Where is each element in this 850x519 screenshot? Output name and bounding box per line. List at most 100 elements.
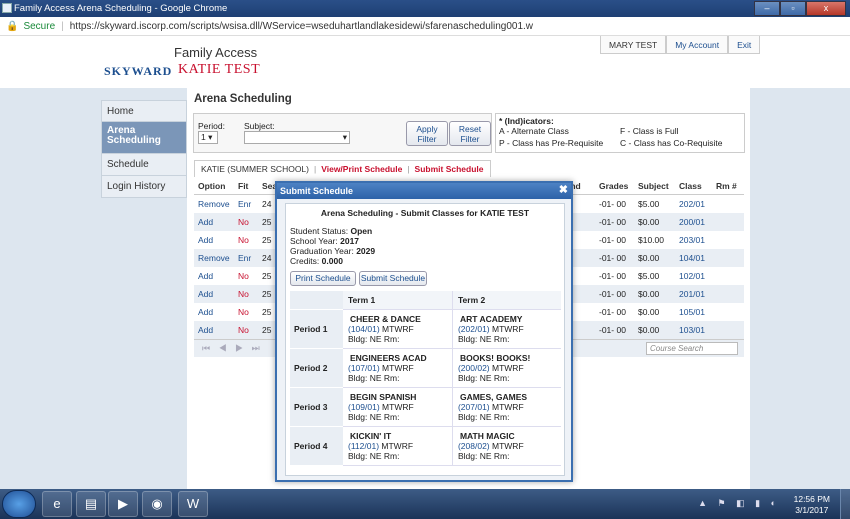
period-select[interactable]: 1 ▾ — [198, 131, 218, 144]
reset-filter-button[interactable]: Reset Filter — [449, 121, 491, 146]
option-link[interactable]: Remove — [198, 253, 230, 263]
sidebar-item-schedule[interactable]: Schedule — [101, 154, 187, 176]
course-code-link[interactable]: (202/01) — [458, 324, 490, 334]
col-rm[interactable]: Rm # — [716, 181, 737, 191]
option-link[interactable]: Add — [198, 271, 213, 281]
clock-time: 12:56 PM — [793, 494, 830, 504]
option-link[interactable]: Add — [198, 289, 213, 299]
sidebar-item-arena-scheduling[interactable]: Arena Scheduling — [101, 122, 187, 154]
schedule-period-row: Period 2 ENGINEERS ACAD (107/01) MTWRF Bldg… — [290, 349, 561, 388]
address-bar[interactable]: 🔒 Secure | https://skyward.iscorp.com/sc… — [0, 17, 850, 36]
my-account-link[interactable]: My Account — [666, 36, 729, 54]
option-link[interactable]: Add — [198, 235, 213, 245]
schedule-corner — [290, 291, 343, 310]
chrome-icon[interactable]: ◉ — [142, 491, 172, 517]
sidebar-item-home[interactable]: Home — [101, 100, 187, 122]
class-link[interactable]: 105/01 — [679, 307, 705, 317]
subject-fee: $0.00 — [638, 253, 660, 263]
class-link[interactable]: 104/01 — [679, 253, 705, 263]
option-link[interactable]: Add — [198, 325, 213, 335]
url-text[interactable]: https://skyward.iscorp.com/scripts/wsisa… — [70, 21, 533, 32]
col-subject[interactable]: Subject — [638, 181, 669, 191]
schedule-cell: ART ACADEMY (202/01) MTWRF Bldg: NE Rm: — [451, 310, 561, 349]
tab-submit[interactable]: Submit Schedule — [415, 164, 484, 174]
indicator-prereq: P - Class has Pre-Requisite — [499, 138, 604, 148]
schedule-tabs: KATIE (SUMMER SCHOOL) | View/Print Sched… — [194, 160, 491, 177]
course-building: Bldg: NE Rm: — [348, 412, 400, 422]
file-explorer-icon[interactable]: ▤ — [76, 491, 106, 517]
show-desktop-button[interactable] — [840, 489, 850, 519]
system-tray-icons[interactable]: ▲ ⚑ ◧ ▮ ◐ — [698, 498, 780, 509]
maximize-button[interactable]: ▫ — [780, 1, 806, 16]
class-link[interactable]: 200/01 — [679, 217, 705, 227]
course-code-link[interactable]: (107/01) — [348, 363, 380, 373]
class-link[interactable]: 201/01 — [679, 289, 705, 299]
lock-icon: 🔒 — [6, 20, 19, 32]
minimize-button[interactable]: – — [754, 1, 780, 16]
taskbar-clock[interactable]: 12:56 PM 3/1/2017 — [794, 494, 830, 516]
col-grades[interactable]: Grades — [599, 181, 628, 191]
site-header: SKYWARD Family Access KATIE TEST MARY TE… — [0, 36, 850, 88]
year-label: School Year: — [290, 236, 338, 246]
exit-link[interactable]: Exit — [728, 36, 761, 54]
class-link[interactable]: 203/01 — [679, 235, 705, 245]
option-link[interactable]: Add — [198, 307, 213, 317]
course-days: MTWRF — [382, 324, 414, 334]
chevron-down-icon: ▾ — [342, 132, 347, 142]
course-code-link[interactable]: (104/01) — [348, 324, 380, 334]
submit-schedule-button[interactable]: Submit Schedule — [359, 271, 427, 286]
subject-label: Subject: — [244, 121, 275, 131]
course-code-link[interactable]: (112/01) — [348, 441, 379, 451]
course-code-link[interactable]: (207/01) — [458, 402, 490, 412]
course-code-link[interactable]: (109/01) — [348, 402, 380, 412]
col-option[interactable]: Option — [198, 181, 225, 191]
course-days: MTWRF — [382, 402, 414, 412]
course-code-link[interactable]: (200/02) — [458, 363, 490, 373]
option-link[interactable]: Add — [198, 217, 213, 227]
course-days: MTWRF — [492, 363, 524, 373]
fit-value: No — [238, 217, 249, 227]
skyward-logo: SKYWARD — [104, 64, 173, 78]
internet-explorer-icon[interactable]: e — [42, 491, 72, 517]
pager-arrows-icon[interactable]: ⏮ ◀ ▶ ⏭ — [202, 343, 263, 354]
media-player-icon[interactable]: ▶ — [108, 491, 138, 517]
class-link[interactable]: 103/01 — [679, 325, 705, 335]
secure-label: Secure — [23, 20, 56, 32]
course-name: BEGIN SPANISH — [350, 392, 417, 402]
seats-value: 25 — [262, 325, 272, 335]
user-name: MARY TEST — [600, 36, 667, 54]
subject-fee: $5.00 — [638, 271, 660, 281]
period-value: 1 — [201, 132, 206, 142]
course-days: MTWRF — [381, 441, 414, 451]
subject-fee: $10.00 — [638, 235, 664, 245]
class-link[interactable]: 202/01 — [679, 199, 705, 209]
start-button[interactable] — [2, 490, 36, 518]
course-search-input[interactable]: Course Search — [646, 342, 738, 355]
course-days: MTWRF — [492, 441, 524, 451]
sidebar-item-login-history[interactable]: Login History — [101, 176, 187, 198]
col-fit[interactable]: Fit — [238, 181, 248, 191]
col-class[interactable]: Class — [679, 181, 702, 191]
course-code-link[interactable]: (208/02) — [458, 441, 490, 451]
windows-taskbar: e ▤ ▶ ◉ W ▲ ⚑ ◧ ▮ ◐ 12:56 PM 3/1/2017 — [0, 489, 850, 519]
tab-student[interactable]: KATIE (SUMMER SCHOOL) — [201, 164, 309, 174]
tab-view-print[interactable]: View/Print Schedule — [321, 164, 402, 174]
print-schedule-button[interactable]: Print Schedule — [290, 271, 356, 286]
close-icon[interactable]: ✖ — [559, 183, 568, 196]
subject-select[interactable]: ▾ — [244, 131, 350, 144]
class-link[interactable]: 102/01 — [679, 271, 705, 281]
course-name: GAMES, GAMES — [459, 392, 528, 402]
period-label: Period: — [198, 121, 225, 131]
option-link[interactable]: Remove — [198, 199, 230, 209]
seats-value: 25 — [262, 271, 272, 281]
seats-value: 24 — [262, 199, 272, 209]
apply-filter-button[interactable]: Apply Filter — [406, 121, 448, 146]
grad-label: Graduation Year: — [290, 246, 354, 256]
indicators-title: * (Ind)icators: — [499, 116, 554, 126]
seats-value: 25 — [262, 235, 272, 245]
course-building: Bldg: NE Rm: — [457, 334, 510, 344]
close-window-button[interactable]: x — [806, 1, 846, 16]
word-icon[interactable]: W — [178, 491, 208, 517]
credits-value: 0.000 — [321, 256, 343, 266]
status-value: Open — [350, 226, 373, 236]
